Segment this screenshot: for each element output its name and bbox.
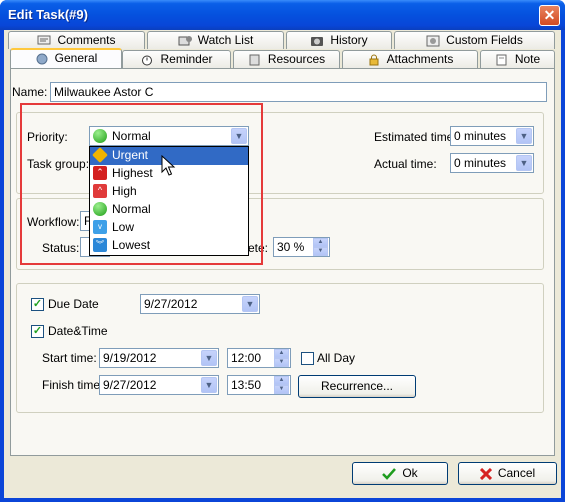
all-day-checkbox[interactable] [301, 352, 314, 365]
chevron-down-icon[interactable]: ▼ [201, 350, 217, 366]
finish-date-picker[interactable]: 9/27/2012 ▼ [99, 375, 219, 395]
tab-custom-fields[interactable]: Custom Fields [394, 31, 555, 49]
note-icon [496, 54, 507, 66]
chevron-down-icon[interactable]: ▼ [516, 155, 532, 171]
close-button[interactable]: ✕ [539, 5, 560, 26]
tab-label: Watch List [197, 33, 254, 47]
tab-resources[interactable]: Resources [233, 50, 340, 68]
tab-note[interactable]: Note [480, 50, 555, 68]
due-date-picker[interactable]: 9/27/2012 ▼ [140, 294, 260, 314]
estimated-time-label: Estimated time: [374, 130, 457, 144]
chevron-down-icon[interactable]: ▼ [242, 296, 258, 312]
estimated-time-value: 0 minutes [454, 129, 507, 143]
title-bar[interactable]: Edit Task(#9) ✕ [0, 0, 565, 30]
chevron-down-icon[interactable]: ▼ [201, 377, 217, 393]
name-field[interactable]: Milwaukee Astor C [50, 82, 547, 102]
general-icon [36, 53, 48, 65]
due-date-label: Due Date [48, 297, 99, 311]
tab-label: Resources [267, 52, 326, 66]
spin-down-icon[interactable]: ▼ [274, 385, 289, 394]
custom-fields-icon [426, 35, 440, 47]
watch-list-icon [178, 35, 192, 46]
finish-time-value: 13:50 [231, 378, 262, 392]
spin-down-icon[interactable]: ▼ [313, 247, 328, 256]
finish-date-value: 9/27/2012 [103, 378, 157, 392]
red-x-icon [479, 467, 492, 480]
tab-label: Comments [57, 33, 116, 47]
lock-icon [369, 54, 379, 66]
actual-time-value: 0 minutes [454, 156, 507, 170]
ok-button[interactable]: Ok [352, 462, 448, 485]
actual-time-label: Actual time: [374, 157, 437, 171]
estimated-time-combobox[interactable]: 0 minutes ▼ [450, 126, 534, 146]
annotation-highlight-box [20, 103, 263, 265]
finish-time-label: Finish time: [42, 378, 104, 392]
finish-time-spinner[interactable]: 13:50 ▲ ▼ [227, 375, 291, 395]
tab-reminder[interactable]: Reminder [122, 50, 231, 68]
date-time-label: Date&Time [48, 324, 108, 338]
tab-watch-list[interactable]: Watch List [147, 31, 284, 49]
due-date-value: 9/27/2012 [144, 297, 198, 311]
start-time-value: 12:00 [231, 351, 262, 365]
start-time-label: Start time: [42, 351, 97, 365]
tab-label: Note [514, 52, 541, 66]
history-icon [311, 36, 324, 46]
tab-label: Custom Fields [446, 33, 523, 47]
name-label: Name: [12, 85, 48, 99]
all-day-label: All Day [317, 351, 356, 365]
complete-spinner[interactable]: 30 % ▲ ▼ [273, 237, 330, 257]
tab-label: Reminder [160, 52, 213, 66]
complete-value: 30 % [277, 240, 305, 254]
date-time-checkbox[interactable]: ✓ [31, 325, 44, 338]
tab-general[interactable]: General [10, 48, 122, 68]
start-date-picker[interactable]: 9/19/2012 ▼ [99, 348, 219, 368]
cancel-label: Cancel [497, 466, 536, 480]
mouse-pointer-icon [161, 155, 176, 176]
comments-icon [37, 35, 51, 45]
tab-comments[interactable]: Comments [8, 31, 145, 49]
start-date-value: 9/19/2012 [103, 351, 157, 365]
recurrence-button[interactable]: Recurrence... [298, 375, 416, 398]
window-title: Edit Task(#9) [8, 7, 88, 22]
spin-up-icon[interactable]: ▲ [274, 349, 289, 358]
alarm-clock-icon [142, 55, 153, 66]
actual-time-combobox[interactable]: 0 minutes ▼ [450, 153, 534, 173]
ok-label: Ok [402, 466, 418, 480]
start-time-spinner[interactable]: 12:00 ▲ ▼ [227, 348, 291, 368]
tab-attachments[interactable]: Attachments [342, 50, 478, 68]
spin-up-icon[interactable]: ▲ [274, 376, 289, 385]
resources-icon [249, 54, 260, 66]
spin-down-icon[interactable]: ▼ [274, 358, 289, 367]
tab-label: History [330, 33, 368, 47]
checkmark-icon [382, 467, 397, 480]
tab-history[interactable]: History [286, 31, 392, 49]
tab-label: Attachments [386, 52, 454, 66]
chevron-down-icon[interactable]: ▼ [516, 128, 532, 144]
cancel-button[interactable]: Cancel [458, 462, 557, 485]
tab-label: General [54, 51, 98, 65]
due-date-checkbox[interactable]: ✓ [31, 298, 44, 311]
spin-up-icon[interactable]: ▲ [313, 238, 328, 247]
